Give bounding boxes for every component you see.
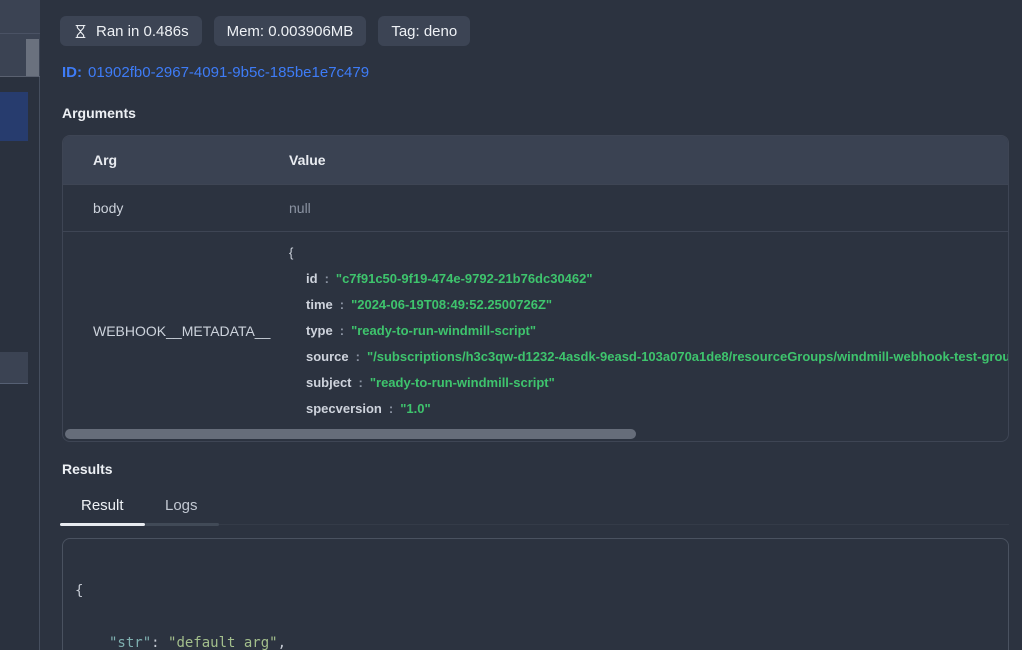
sidebar-selected-item-partial[interactable]: [0, 92, 28, 141]
json-entry-id: id:"c7f91c50-9f19-474e-9792-21b76dc30462…: [289, 266, 1008, 292]
run-duration-badge: Ran in 0.486s: [60, 16, 202, 46]
table-row-body: body null: [63, 184, 1008, 231]
code-line-str: "str": "default arg",: [75, 633, 1008, 650]
memory-label: Mem: 0.003906MB: [227, 23, 354, 40]
tab-result[interactable]: Result: [81, 497, 124, 514]
active-tab-underline: [60, 523, 145, 526]
job-id-label: ID:: [62, 64, 82, 81]
arguments-table: Arg Value body null WEBHOOK__METADATA__ …: [62, 135, 1009, 442]
left-sidebar-strip: [0, 0, 40, 650]
run-duration-label: Ran in 0.486s: [96, 23, 189, 40]
arguments-heading: Arguments: [62, 105, 136, 121]
result-json-block: { "str": "default arg", "union": "Hello …: [62, 538, 1009, 650]
job-run-detail-page: Ran in 0.486s Mem: 0.003906MB Tag: deno …: [0, 0, 1022, 650]
horizontal-scrollbar[interactable]: [63, 427, 1008, 441]
value-column-header: Value: [289, 152, 1008, 168]
arg-value-null: null: [289, 200, 1008, 216]
sidebar-top-block: [0, 0, 40, 34]
json-entry-specversion: specversion:"1.0": [289, 396, 1008, 422]
job-id-link[interactable]: 01902fb0-2967-4091-9b5c-185be1e7c479: [88, 64, 369, 81]
json-entry-time: time:"2024-06-19T08:49:52.2500726Z": [289, 292, 1008, 318]
sidebar-list-item-partial[interactable]: [0, 34, 40, 77]
horizontal-scrollbar-thumb[interactable]: [65, 429, 636, 439]
json-entry-source: source:"/subscriptions/h3c3qw-d1232-4asd…: [289, 344, 1008, 370]
json-entry-subject: subject:"ready-to-run-windmill-script": [289, 370, 1008, 396]
run-stats-badges: Ran in 0.486s Mem: 0.003906MB Tag: deno: [60, 16, 470, 46]
logs-tab-underline: [145, 523, 219, 526]
results-tabs: Result Logs: [62, 490, 1009, 525]
hourglass-icon: [73, 23, 88, 40]
tag-label: Tag: deno: [391, 23, 457, 40]
arguments-table-header: Arg Value: [63, 136, 1008, 184]
arg-name: body: [63, 200, 289, 216]
tag-badge: Tag: deno: [378, 16, 470, 46]
code-open-brace: {: [75, 581, 1008, 601]
tab-logs[interactable]: Logs: [165, 497, 198, 514]
metadata-json-viewer: { id:"c7f91c50-9f19-474e-9792-21b76dc304…: [289, 232, 1008, 429]
json-entry-type: type:"ready-to-run-windmill-script": [289, 318, 1008, 344]
json-open-brace: {: [289, 240, 1008, 266]
job-id-line: ID: 01902fb0-2967-4091-9b5c-185be1e7c479: [62, 64, 369, 81]
results-heading: Results: [62, 461, 113, 477]
sidebar-scrollbar-thumb[interactable]: [26, 39, 39, 76]
sidebar-item-partial[interactable]: [0, 352, 28, 384]
memory-badge: Mem: 0.003906MB: [214, 16, 367, 46]
table-row-webhook-metadata: WEBHOOK__METADATA__ { id:"c7f91c50-9f19-…: [63, 231, 1008, 429]
arg-column-header: Arg: [63, 152, 289, 168]
arg-name: WEBHOOK__METADATA__: [63, 232, 289, 429]
